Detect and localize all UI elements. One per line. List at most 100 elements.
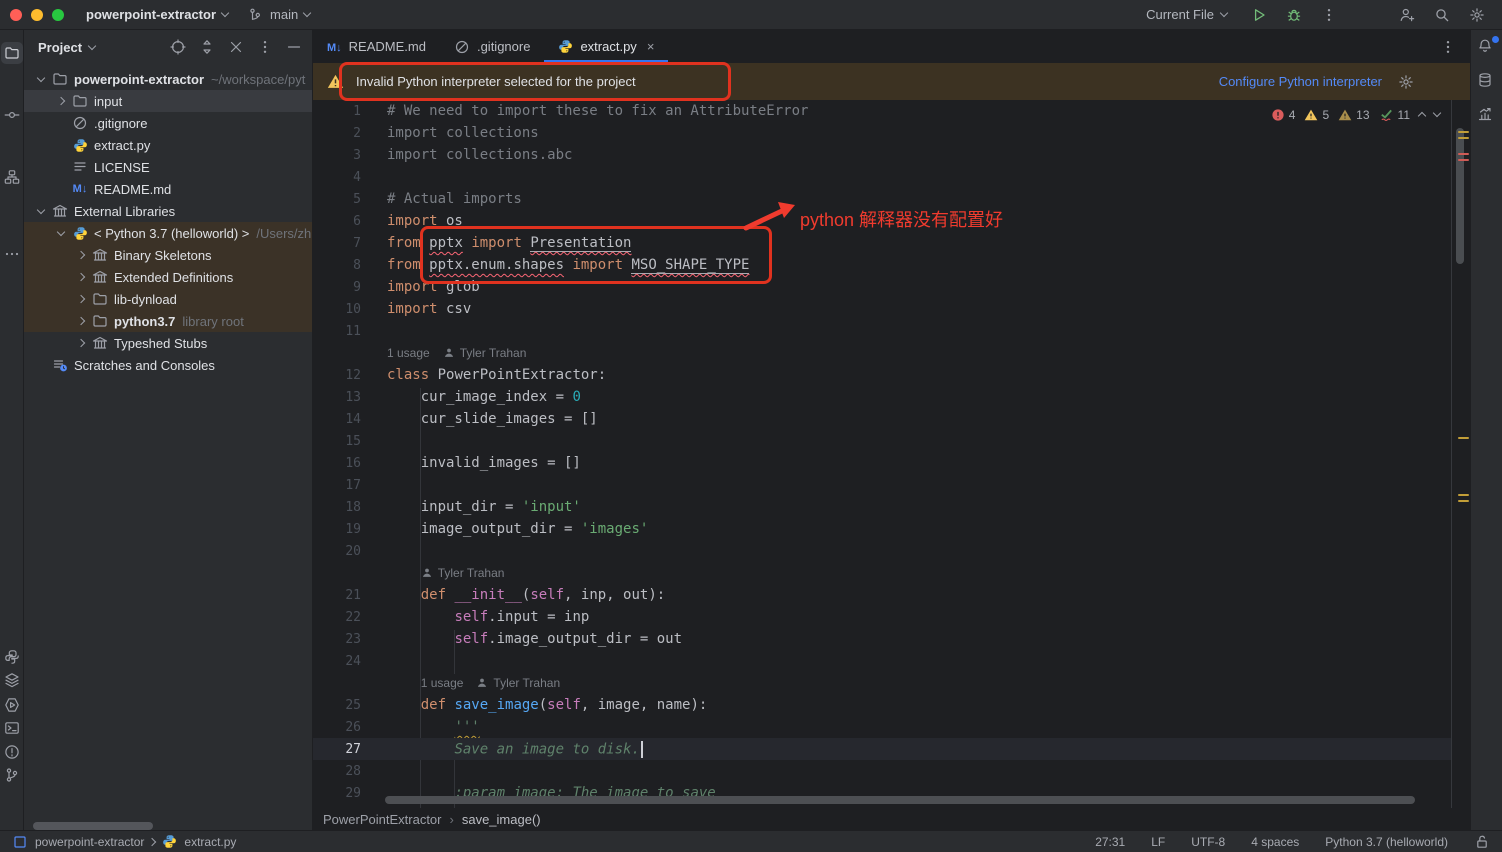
code-line-12[interactable]: 12 class PowerPointExtractor: — [313, 364, 1451, 386]
status-item-2[interactable]: UTF-8 — [1191, 835, 1225, 849]
tree-item-scratches-and-consoles[interactable]: Scratches and Consoles — [24, 354, 312, 376]
settings-button[interactable] — [1468, 6, 1486, 24]
code-inlay-hint[interactable]: 1 usage Tyler Trahan — [313, 672, 1451, 694]
tab-.gitignore[interactable]: .gitignore — [440, 30, 544, 63]
close-window-button[interactable] — [10, 9, 22, 21]
code-line-10[interactable]: 10 import csv — [313, 298, 1451, 320]
code-line-4[interactable]: 4 — [313, 166, 1451, 188]
tree-chevron-icon[interactable] — [77, 273, 85, 281]
services-tool-window-button[interactable] — [2, 670, 22, 690]
python-console-tool-window-button[interactable] — [2, 647, 22, 667]
tab-README.md[interactable]: M↓ README.md — [313, 30, 440, 63]
tree-item-typeshed-stubs[interactable]: Typeshed Stubs — [24, 332, 312, 354]
code-line-23[interactable]: 23 self.image_output_dir = out — [313, 628, 1451, 650]
code-line-2[interactable]: 2 import collections — [313, 122, 1451, 144]
code-with-me-button[interactable] — [1398, 6, 1416, 24]
editor-vertical-scrollbar[interactable] — [1456, 128, 1464, 264]
stripe-mark-warning[interactable] — [1458, 500, 1469, 502]
close-tab-button[interactable]: × — [647, 39, 655, 54]
next-problem-button[interactable] — [1433, 109, 1441, 117]
author-hint[interactable]: Tyler Trahan — [438, 566, 505, 580]
hide-panel-button[interactable] — [286, 39, 302, 55]
status-project[interactable]: powerpoint-extractor — [35, 835, 144, 849]
author-hint[interactable]: Tyler Trahan — [493, 676, 560, 690]
tree-chevron-icon[interactable] — [57, 227, 65, 235]
branch-selector[interactable]: main — [246, 6, 310, 24]
status-file[interactable]: extract.py — [184, 835, 236, 849]
code-line-20[interactable]: 20 — [313, 540, 1451, 562]
more-tool-windows-button[interactable] — [2, 244, 22, 264]
lock-icon[interactable] — [1474, 834, 1490, 850]
status-item-3[interactable]: 4 spaces — [1251, 835, 1299, 849]
sciview-tool-window-button[interactable] — [1477, 106, 1497, 126]
stripe-mark-error[interactable] — [1458, 153, 1469, 155]
code-line-13[interactable]: 13 cur_image_index = 0 — [313, 386, 1451, 408]
tree-chevron-icon[interactable] — [37, 73, 45, 81]
tree-item-external-libraries[interactable]: External Libraries — [24, 200, 312, 222]
stripe-mark-warning[interactable] — [1458, 137, 1469, 139]
more-actions-button[interactable] — [1320, 6, 1338, 24]
notifications-button[interactable] — [1477, 38, 1497, 58]
window-controls[interactable] — [0, 9, 64, 21]
code-inlay-hint[interactable]: Tyler Trahan — [313, 562, 1451, 584]
code-line-22[interactable]: 22 self.input = inp — [313, 606, 1451, 628]
code-line-16[interactable]: 16 invalid_images = [] — [313, 452, 1451, 474]
tree-chevron-icon[interactable] — [57, 97, 65, 105]
tree-item-extended-definitions[interactable]: Extended Definitions — [24, 266, 312, 288]
run-configuration-selector[interactable]: Current File — [1146, 7, 1227, 22]
tree-item-.gitignore[interactable]: .gitignore — [24, 112, 312, 134]
inspections-widget[interactable]: 4 5 13 11 — [1271, 107, 1440, 122]
select-opened-file-button[interactable] — [170, 39, 186, 55]
code-line-15[interactable]: 15 — [313, 430, 1451, 452]
chevron-down-icon[interactable] — [88, 41, 96, 49]
stripe-mark-warning[interactable] — [1458, 494, 1469, 496]
run-tool-window-button[interactable] — [2, 695, 22, 715]
code-line-11[interactable]: 11 — [313, 320, 1451, 342]
project-options-button[interactable] — [257, 39, 273, 55]
tree-item-extract.py[interactable]: extract.py — [24, 134, 312, 156]
code-line-19[interactable]: 19 image_output_dir = 'images' — [313, 518, 1451, 540]
breadcrumb-class[interactable]: PowerPointExtractor — [323, 812, 442, 827]
collapse-all-button[interactable] — [228, 39, 244, 55]
status-item-0[interactable]: 27:31 — [1095, 835, 1125, 849]
project-tool-window-button[interactable] — [1, 42, 23, 64]
minimize-window-button[interactable] — [31, 9, 43, 21]
author-hint[interactable]: Tyler Trahan — [460, 346, 527, 360]
tab-extract.py[interactable]: extract.py× — [544, 30, 668, 63]
code-line-14[interactable]: 14 cur_slide_images = [] — [313, 408, 1451, 430]
tree-chevron-icon[interactable] — [37, 205, 45, 213]
tree-item--python-3.7-helloworld-[interactable]: < Python 3.7 (helloworld) >/Users/zh — [24, 222, 312, 244]
tree-chevron-icon[interactable] — [77, 317, 85, 325]
code-line-27[interactable]: 27 Save an image to disk. — [313, 738, 1451, 760]
tree-item-binary-skeletons[interactable]: Binary Skeletons — [24, 244, 312, 266]
editor-horizontal-scrollbar[interactable] — [385, 796, 1415, 804]
tab-options-button[interactable] — [1440, 39, 1456, 55]
code-line-28[interactable]: 28 — [313, 760, 1451, 782]
configure-interpreter-link[interactable]: Configure Python interpreter — [1219, 74, 1382, 89]
breadcrumb-method[interactable]: save_image() — [462, 812, 541, 827]
debug-button[interactable] — [1285, 6, 1303, 24]
problems-tool-window-button[interactable] — [2, 742, 22, 762]
usages-hint[interactable]: 1 usage — [421, 676, 464, 690]
usages-hint[interactable]: 1 usage — [387, 346, 430, 360]
structure-tool-window-button[interactable] — [2, 167, 22, 187]
tree-item-readme.md[interactable]: M↓ README.md — [24, 178, 312, 200]
tree-chevron-icon[interactable] — [77, 339, 85, 347]
code-line-25[interactable]: 25 def save_image(self, image, name): — [313, 694, 1451, 716]
code-line-26[interactable]: 26 ''' — [313, 716, 1451, 738]
stripe-mark-warning[interactable] — [1458, 131, 1469, 133]
search-everywhere-button[interactable] — [1433, 6, 1451, 24]
code-line-24[interactable]: 24 — [313, 650, 1451, 672]
tree-chevron-icon[interactable] — [77, 251, 85, 259]
tree-chevron-icon[interactable] — [77, 295, 85, 303]
project-selector[interactable]: powerpoint-extractor — [86, 7, 228, 22]
expand-all-button[interactable] — [199, 39, 215, 55]
prev-problem-button[interactable] — [1418, 112, 1426, 120]
code-line-17[interactable]: 17 — [313, 474, 1451, 496]
code-inlay-hint[interactable]: 1 usage Tyler Trahan — [313, 342, 1451, 364]
code-line-3[interactable]: 3 import collections.abc — [313, 144, 1451, 166]
tree-item-input[interactable]: input — [24, 90, 312, 112]
stripe-mark-error[interactable] — [1458, 159, 1469, 161]
stripe-mark-warning[interactable] — [1458, 437, 1469, 439]
project-horizontal-scrollbar[interactable] — [33, 822, 153, 830]
